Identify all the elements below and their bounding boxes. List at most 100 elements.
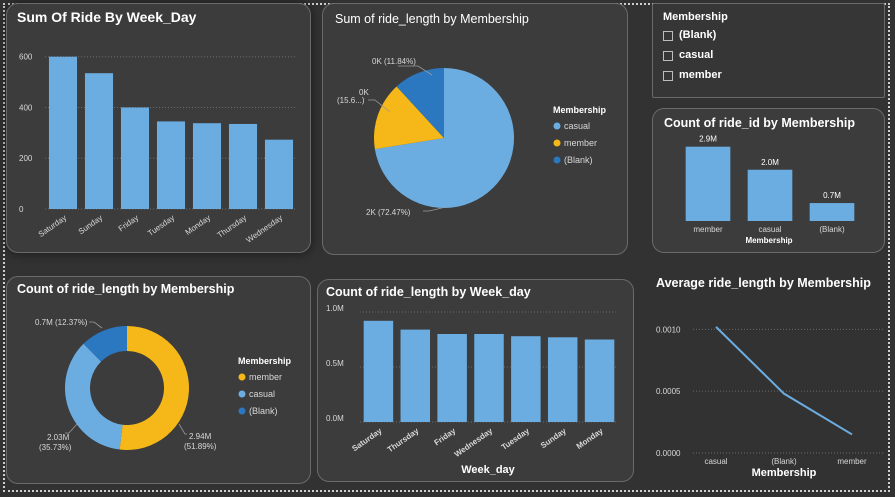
slice-label: 0K (11.84%) [372,57,416,66]
bar [547,337,578,422]
ride-length-sum-card[interactable]: Sum of ride_length by Membership Members… [322,3,628,255]
legend-entry: casual [564,121,590,131]
legend-marker [553,122,561,130]
slice-label: (15.6...) [337,96,365,105]
x-tick-label: Friday [432,426,457,447]
bar [437,334,467,422]
bar [228,123,258,209]
pie-slice [119,326,190,450]
x-tick-label: casual [704,457,727,466]
bar [264,139,294,209]
legend-entry: member [249,372,282,382]
x-tick-label: Saturday [37,213,68,239]
y-tick-label: 0.0M [326,414,344,423]
x-tick-label: member [693,225,723,234]
bar [400,329,431,422]
x-tick-label: Sunday [539,426,568,450]
y-tick-label: 1.0M [326,304,344,313]
x-tick-label: casual [758,225,781,234]
data-label: 2.0M [761,158,779,167]
y-tick-label: 0.5M [326,359,344,368]
leader-line [178,423,187,435]
data-label: 0.7M [823,191,841,200]
checkbox-casual[interactable] [663,51,673,61]
week-day-sum-chart: 0 200 400 600 Saturday Sunday Friday Tuesday Mon… [19,53,297,245]
bar [156,121,186,209]
leader-line [65,423,78,434]
x-tick-label: Monday [575,426,605,451]
slicer-option-casual[interactable]: casual [679,49,713,61]
bar [584,339,615,422]
legend-entry: member [564,138,597,148]
membership-slicer[interactable]: Membership (Blank) casual member [652,3,885,98]
leader-line [423,206,447,212]
slicer-option-blank[interactable]: (Blank) [679,29,716,41]
legend-title: Membership [238,356,292,366]
weekday-count-chart: 0.0M 0.5M 1.0M Saturday Thursday FridayWednes… [326,304,618,476]
x-tick-label: (Blank) [771,457,797,466]
bar [685,146,731,221]
bar [747,169,793,221]
x-tick-label: Wednesday [244,213,284,245]
x-axis-label: Week_day [461,464,515,476]
slice-label: 2K (72.47%) [366,208,411,217]
checkbox-member[interactable] [663,71,673,81]
legend-marker [553,139,561,147]
avg-ride-length-card[interactable]: Average ride_length by Membership 0.0000… [648,270,888,482]
ride-id-count-card[interactable]: Count of ride_id by Membership 2.9M membe… [652,108,885,253]
x-tick-label: (Blank) [819,225,845,234]
slice-label: (35.73%) [39,443,72,452]
y-tick-label: 400 [19,103,33,112]
y-tick-label: 200 [19,154,33,163]
bar [192,123,222,209]
leader-line [89,321,103,329]
ride-length-sum-pie: Membership casual member (Blank) 0K (11.84%)… [337,57,607,217]
x-tick-label: Tuesday [146,213,176,238]
avg-ride-length-chart: 0.0000 0.0005 0.0010 casual (Blank) member Mem… [656,325,883,479]
y-tick-label: 0.0010 [656,325,681,334]
series-line [715,326,853,436]
legend-marker [238,407,246,415]
x-tick-label: Wednesday [453,426,495,459]
y-tick-label: 0 [19,205,24,214]
week-day-sum-card[interactable]: Sum Of Ride By Week_Day 0 200 400 600 Saturd… [6,3,311,253]
x-axis-label: Membership [752,467,817,479]
slicer-option-member[interactable]: member [679,69,722,81]
x-axis-label: Membership [745,236,792,245]
bar [511,336,541,422]
legend-entry: (Blank) [564,155,593,165]
weekday-count-card[interactable]: Count of ride_length by Week_day 0.0M 0.5… [317,279,634,482]
legend-title: Membership [553,105,607,115]
y-tick-label: 0.0005 [656,387,681,396]
y-tick-label: 600 [19,53,33,62]
legend-marker [553,156,561,164]
ride-length-count-card[interactable]: Count of ride_length by Membership Membe… [6,276,311,484]
x-tick-label: Thursday [216,213,248,240]
ride-id-count-chart: 2.9M member 2.0M casual 0.7M (Blank) Membershi… [685,135,855,245]
ride-length-count-donut: Membership member casual (Blank) 2.94M(51.89… [35,318,292,452]
x-tick-label: Tuesday [500,426,532,452]
x-tick-label: Friday [117,213,140,233]
legend-entry: casual [249,389,275,399]
slice-label: 2.03M [47,433,70,442]
x-tick-label: Sunday [77,213,104,236]
y-tick-label: 0.0000 [656,449,681,458]
x-tick-label: Thursday [386,426,421,454]
bar [48,56,78,209]
bar [363,320,394,422]
slice-label: 2.94M [189,432,212,441]
bar [84,73,114,209]
legend-marker [238,390,246,398]
x-tick-label: member [837,457,867,466]
x-tick-label: Monday [184,213,212,237]
legend-marker [238,373,246,381]
checkbox-blank[interactable] [663,31,673,41]
legend-entry: (Blank) [249,406,278,416]
pie-slice [65,343,123,450]
x-tick-label: Saturday [350,426,384,453]
bar [474,334,504,422]
slicer-title: Membership [663,11,728,23]
data-label: 2.9M [699,135,717,144]
bar [120,107,150,209]
slice-label: 0.7M (12.37%) [35,318,88,327]
